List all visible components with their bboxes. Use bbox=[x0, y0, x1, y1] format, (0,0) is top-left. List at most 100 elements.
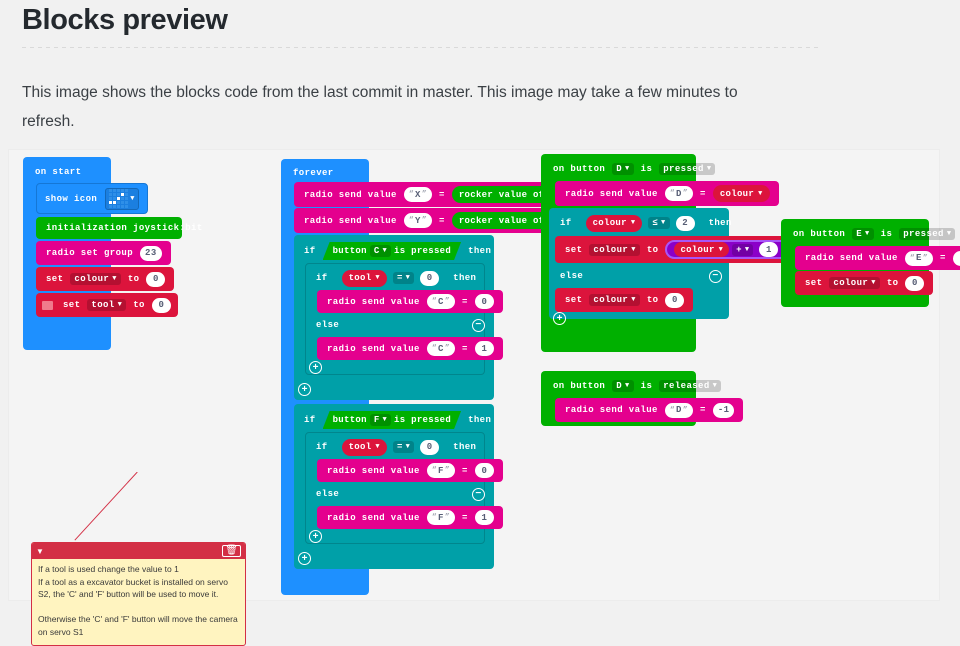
set-colour-value[interactable]: 0 bbox=[146, 271, 166, 287]
tool-equals-zero-condition[interactable]: tool ▼ = ▼ 0 bbox=[335, 269, 447, 287]
on-button-d-header: on button D ▼ is pressed ▼ bbox=[549, 160, 718, 178]
variable-dropdown-colour[interactable]: colour ▼ bbox=[70, 273, 121, 285]
radio-name-f[interactable]: F bbox=[426, 510, 456, 525]
chevron-down-icon[interactable]: ▼ bbox=[36, 547, 44, 556]
operator-dropdown-equals[interactable]: = ▼ bbox=[393, 441, 414, 453]
plus-icon[interactable]: + bbox=[298, 552, 311, 565]
chevron-down-icon: ▼ bbox=[375, 443, 380, 451]
radio-name-y[interactable]: Y bbox=[403, 213, 433, 228]
chevron-down-icon: ▼ bbox=[375, 274, 380, 282]
variable-dropdown-colour[interactable]: colour ▼ bbox=[589, 294, 640, 306]
chevron-down-icon: ▼ bbox=[631, 245, 636, 254]
variable-tool-reporter[interactable]: tool ▼ bbox=[342, 270, 387, 287]
minus-icon[interactable]: − bbox=[709, 269, 722, 283]
radio-value[interactable]: 1 bbox=[474, 341, 494, 356]
variable-colour-reporter[interactable]: colour ▼ bbox=[712, 185, 770, 202]
show-icon-block[interactable]: show icon ▼ bbox=[36, 183, 149, 214]
radio-send-c-one-block[interactable]: radio send value C = 1 bbox=[317, 337, 503, 360]
button-dropdown-d[interactable]: D ▼ bbox=[612, 380, 634, 392]
variable-dropdown-colour[interactable]: colour ▼ bbox=[589, 243, 640, 256]
variable-dropdown-colour[interactable]: colour ▼ bbox=[829, 277, 880, 289]
radio-send-f-zero-block[interactable]: radio send value F = 0 bbox=[317, 459, 503, 482]
radio-send-f-one-block[interactable]: radio send value F = 1 bbox=[317, 506, 503, 529]
chevron-down-icon: ▼ bbox=[706, 165, 712, 173]
set-colour-zero-block[interactable]: set colour ▼ to 0 bbox=[555, 288, 694, 312]
radio-name-d[interactable]: D bbox=[664, 186, 694, 201]
radio-name-c[interactable]: C bbox=[426, 294, 456, 309]
button-dropdown-f[interactable]: F ▼ bbox=[370, 414, 391, 426]
variable-dropdown-tool[interactable]: tool ▼ bbox=[87, 299, 127, 311]
chevron-down-icon: ▼ bbox=[405, 274, 411, 282]
addend-value[interactable]: 1 bbox=[759, 242, 779, 257]
radio-group-value[interactable]: 23 bbox=[140, 245, 162, 261]
radio-value[interactable]: -1 bbox=[712, 402, 735, 418]
plus-icon[interactable]: + bbox=[309, 361, 322, 374]
minus-icon[interactable]: − bbox=[472, 487, 485, 501]
operator-dropdown-le[interactable]: ≤ ▼ bbox=[648, 217, 669, 229]
compare-value[interactable]: 0 bbox=[420, 440, 439, 455]
set-tool-block[interactable]: set tool ▼ to 0 bbox=[36, 293, 178, 317]
button-f-is-pressed-condition[interactable]: button F ▼ is pressed bbox=[323, 411, 461, 429]
radio-name-c[interactable]: C bbox=[426, 341, 456, 356]
radio-name-d[interactable]: D bbox=[664, 402, 694, 418]
radio-send-c-zero-block[interactable]: radio send value C = 0 bbox=[317, 290, 503, 313]
chevron-down-icon: ▼ bbox=[631, 296, 636, 304]
plus-icon[interactable]: + bbox=[553, 312, 566, 325]
radio-value[interactable]: 0 bbox=[474, 294, 494, 309]
block-comment[interactable]: ▼ 🗑 If a tool is used change the value t… bbox=[31, 542, 246, 646]
variable-colour-reporter[interactable]: colour ▼ bbox=[586, 215, 643, 232]
plus-icon[interactable]: + bbox=[309, 530, 322, 543]
set-tool-value[interactable]: 0 bbox=[151, 297, 171, 313]
state-dropdown-pressed[interactable]: pressed ▼ bbox=[899, 228, 956, 240]
else-row-f: else − bbox=[312, 485, 485, 503]
tool-equals-zero-condition[interactable]: tool ▼ = ▼ 0 bbox=[335, 438, 447, 456]
comment-titlebar[interactable]: ▼ 🗑 bbox=[32, 543, 245, 559]
set-colour-block[interactable]: set colour ▼ to 0 bbox=[36, 267, 175, 291]
initialization-block[interactable]: initialization joystick:bit bbox=[36, 217, 202, 239]
state-dropdown-pressed[interactable]: pressed ▼ bbox=[659, 163, 716, 175]
forever-label: forever bbox=[293, 168, 334, 178]
compare-value[interactable]: 2 bbox=[676, 216, 695, 231]
blocks-preview-canvas: on start show icon ▼ initialization joys… bbox=[8, 149, 960, 646]
radio-name-x[interactable]: X bbox=[403, 187, 433, 202]
radio-value[interactable]: 0 bbox=[952, 250, 960, 266]
radio-value[interactable]: 0 bbox=[474, 463, 494, 478]
plus-icon[interactable]: + bbox=[298, 383, 311, 396]
radio-send-e-block[interactable]: radio send value E = 0 bbox=[795, 246, 960, 270]
button-c-is-pressed-condition[interactable]: button C ▼ is pressed bbox=[323, 242, 461, 260]
state-dropdown-released[interactable]: released ▼ bbox=[659, 380, 722, 392]
compare-value[interactable]: 0 bbox=[420, 271, 439, 286]
set-colour-increment-block[interactable]: set colour ▼ to colour ▼ + ▼ 1 bbox=[555, 236, 800, 263]
comment-text[interactable]: If a tool is used change the value to 1 … bbox=[32, 559, 245, 642]
led-matrix-icon[interactable]: ▼ bbox=[105, 187, 140, 210]
set-colour-value[interactable]: 0 bbox=[905, 275, 925, 291]
chevron-down-icon: ▼ bbox=[112, 275, 117, 283]
colour-le-two-condition[interactable]: colour ▼ ≤ ▼ 2 bbox=[579, 214, 702, 232]
chevron-down-icon: ▼ bbox=[661, 219, 666, 227]
radio-send-d-colour-block[interactable]: radio send value D = colour ▼ bbox=[555, 181, 779, 206]
radio-name-f[interactable]: F bbox=[426, 463, 456, 478]
chevron-down-icon: ▼ bbox=[865, 230, 870, 238]
chevron-down-icon[interactable]: ▼ bbox=[130, 195, 135, 203]
addition-reporter[interactable]: colour ▼ + ▼ 1 bbox=[665, 240, 791, 259]
radio-set-group-block[interactable]: radio set group 23 bbox=[36, 241, 171, 265]
operator-dropdown-equals[interactable]: = ▼ bbox=[393, 272, 414, 284]
set-colour-zero-block[interactable]: set colour ▼ to 0 bbox=[795, 271, 934, 295]
variable-colour-reporter[interactable]: colour ▼ bbox=[674, 242, 730, 257]
set-colour-value[interactable]: 0 bbox=[665, 292, 685, 308]
if-tool-f-header: if tool ▼ = ▼ 0 then bbox=[312, 437, 480, 457]
radio-send-d-minus-one-block[interactable]: radio send value D = -1 bbox=[555, 398, 744, 422]
radio-name-e[interactable]: E bbox=[904, 250, 934, 266]
operator-dropdown-plus[interactable]: + ▼ bbox=[732, 243, 754, 256]
else-row-colour: else − bbox=[556, 267, 722, 285]
comment-icon[interactable] bbox=[42, 300, 53, 310]
minus-icon[interactable]: − bbox=[472, 318, 485, 332]
trash-icon[interactable]: 🗑 bbox=[222, 545, 241, 557]
variable-tool-reporter[interactable]: tool ▼ bbox=[342, 439, 387, 456]
chevron-down-icon: ▼ bbox=[712, 382, 718, 390]
chevron-down-icon: ▼ bbox=[625, 165, 630, 173]
button-dropdown-e[interactable]: E ▼ bbox=[852, 228, 874, 240]
button-dropdown-c[interactable]: C ▼ bbox=[370, 245, 391, 257]
button-dropdown-d[interactable]: D ▼ bbox=[612, 163, 634, 175]
radio-value[interactable]: 1 bbox=[474, 510, 494, 525]
